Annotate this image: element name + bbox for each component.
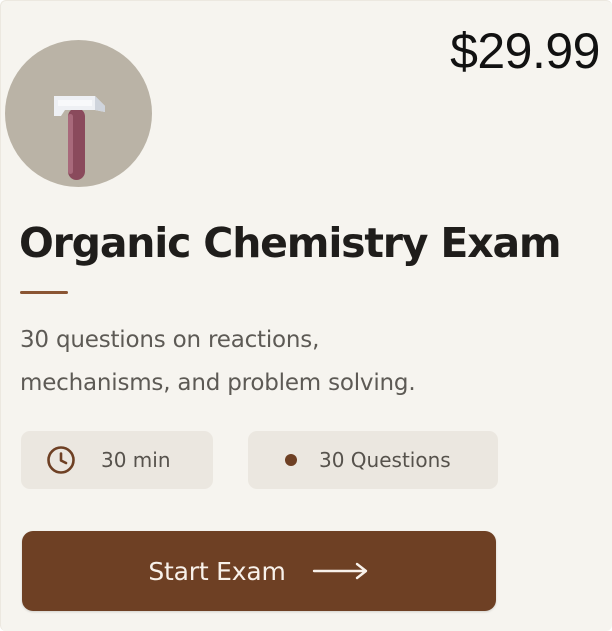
- exam-card: $29.99 Organic Chemistry Exam 30 questio…: [0, 0, 612, 631]
- price-label: $29.99: [450, 23, 600, 79]
- start-exam-button[interactable]: Start Exam: [22, 531, 496, 611]
- dot-icon: [285, 454, 297, 466]
- exam-description: 30 questions on reactions, mechanisms, a…: [20, 319, 490, 405]
- title-divider: [20, 291, 68, 294]
- test-tube-icon: [54, 96, 105, 180]
- questions-label: 30 Questions: [319, 448, 451, 472]
- clock-icon: [47, 446, 75, 474]
- duration-badge: 30 min: [21, 431, 213, 489]
- description-line-1: 30 questions on reactions,: [20, 327, 320, 353]
- page-title: Organic Chemistry Exam: [19, 219, 562, 267]
- description-line-2: mechanisms, and problem solving.: [20, 370, 416, 396]
- duration-label: 30 min: [101, 448, 171, 472]
- avatar: [5, 40, 152, 187]
- start-exam-label: Start Exam: [148, 556, 286, 586]
- arrow-right-icon: [312, 562, 367, 580]
- questions-badge: 30 Questions: [248, 431, 498, 489]
